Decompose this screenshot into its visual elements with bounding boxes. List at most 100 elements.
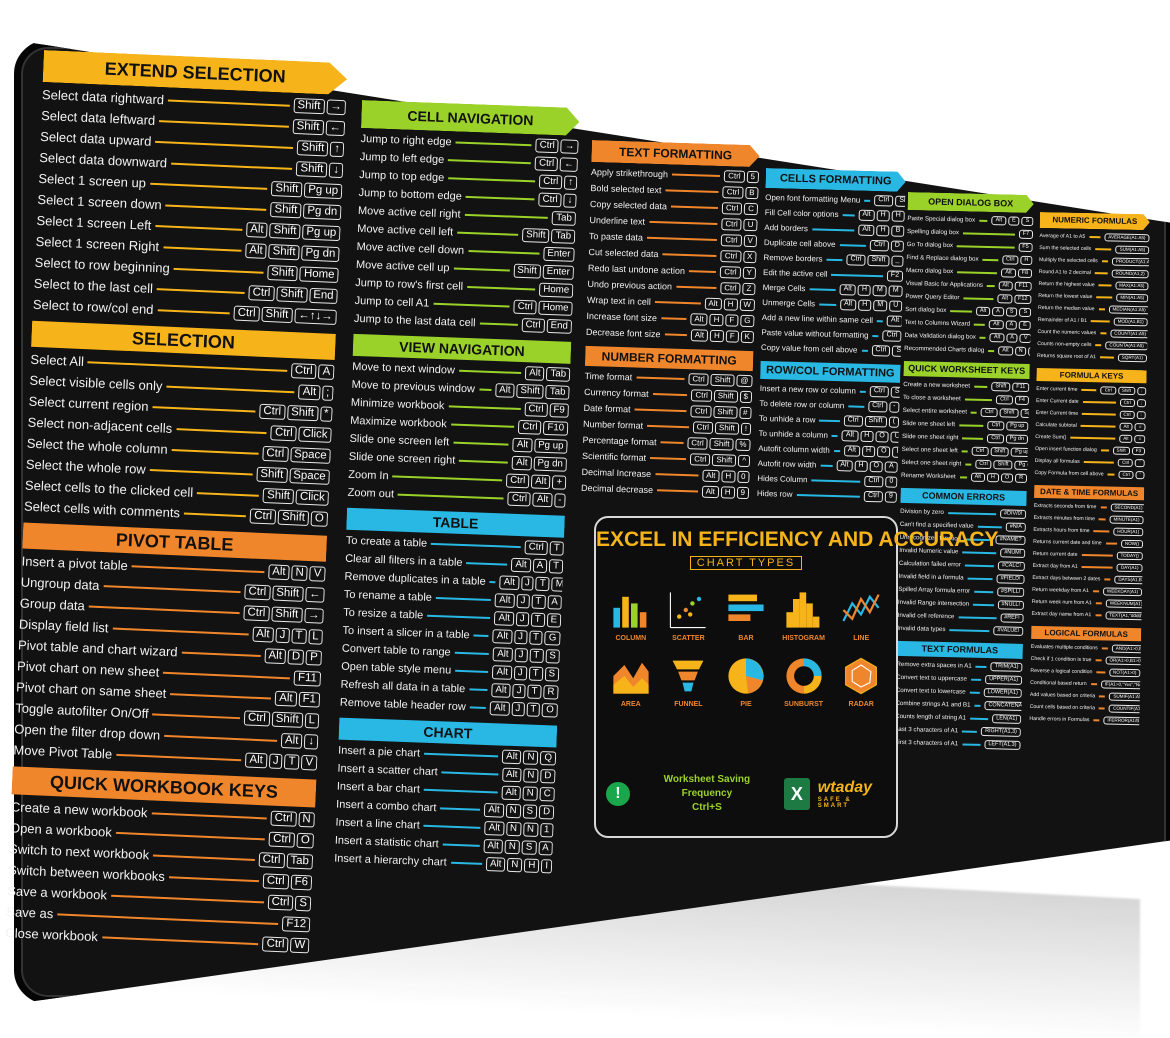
keycap: Alt: [251, 626, 274, 643]
key-combo: Shift Space: [256, 466, 330, 485]
keycap: HOUR(A1): [1113, 527, 1144, 536]
keycap: T: [527, 684, 542, 699]
leader-line: [423, 752, 499, 758]
keycap: →: [326, 99, 347, 116]
panel-subtitle: CHART TYPES: [690, 556, 802, 570]
shortcut-label: Scientific format: [581, 450, 647, 463]
shortcut-row: Rename Worksheet Alt H O R: [901, 469, 1028, 485]
shortcut-label: Evaluates multiple conditions: [1030, 643, 1098, 652]
leader-line: [469, 688, 488, 691]
key-combo: Ctrl Shift @: [688, 373, 753, 387]
leader-line: [962, 729, 978, 733]
shortcut-label: Sum the selected cells: [1039, 244, 1092, 253]
keycap: #N/A: [1005, 522, 1026, 532]
chart-glyph: [672, 660, 704, 692]
leader-line: [1093, 719, 1100, 722]
shortcut-label: Select to the last cell: [33, 275, 154, 296]
leader-line: [181, 651, 261, 657]
leader-line: [466, 562, 508, 566]
shortcut-label: Spelling dialog box: [906, 227, 960, 237]
key-combo: Ctrl Shift End: [248, 285, 338, 305]
shortcut-label: Increase font size: [586, 310, 658, 324]
keycap: Ctrl: [720, 266, 741, 279]
key-combo: CtrlShiftV: [882, 330, 902, 343]
keycap: Tab: [551, 211, 577, 226]
leader-line: [115, 831, 266, 840]
key-combo: Alt J T S: [493, 647, 560, 664]
leader-line: [469, 706, 487, 709]
shortcut-label: Paste Special dialog box: [907, 214, 976, 224]
leader-line: [473, 634, 489, 638]
keycap: ←: [559, 157, 579, 172]
keycap: Alt: [484, 821, 505, 836]
keycap: CONCATENATE(A1,B1): [984, 701, 1022, 712]
keycap: Alt: [501, 768, 522, 782]
keycap: Space: [289, 447, 331, 464]
leader-line: [839, 243, 866, 247]
key-combo: Alt J T L: [251, 626, 323, 645]
shortcut-label: Jump to bottom edge: [358, 186, 463, 203]
leader-line: [197, 491, 260, 497]
shortcut-label: Select data leftward: [40, 107, 156, 128]
shortcut-label: Return current date: [1032, 550, 1078, 558]
leader-line: [1098, 284, 1112, 287]
keycap: H: [876, 225, 890, 237]
shortcut-label: Jump to row's first cell: [355, 276, 464, 293]
key-combo: Alt H B: [858, 225, 905, 237]
section-header: NUMBER FORMATTING: [584, 345, 754, 372]
shortcut-label: Count cells based on criteria: [1029, 703, 1096, 712]
keycap: Pg up: [303, 182, 343, 200]
key-combo: MAX(A1:A5): [1115, 281, 1149, 290]
key-combo: LEFT(A1,3): [984, 740, 1021, 750]
key-combo: Alt F12: [997, 294, 1032, 304]
leader-line: [660, 317, 687, 321]
shortcut-label: Select All: [30, 351, 85, 370]
leader-line: [811, 478, 861, 483]
leader-line: [965, 462, 972, 466]
key-combo: Ctrl Shift →: [243, 605, 324, 624]
keycap: Shift: [269, 222, 301, 240]
key-combo: #NULL!: [997, 600, 1025, 610]
key-combo: Alt Pg up: [512, 438, 568, 454]
shortcut-label: Edit the active cell: [762, 267, 828, 279]
key-combo: Alt Shift Pg dn: [244, 242, 340, 263]
key-combo: Ctrl Shift ←↑↓→: [233, 305, 337, 326]
leader-line: [1101, 260, 1108, 263]
keycap: L: [307, 629, 323, 645]
keycap: #NUM!: [1000, 548, 1026, 558]
keycap: Tab: [546, 367, 571, 382]
keycap: Ctrl: [268, 831, 296, 848]
leader-line: [455, 669, 489, 674]
leader-line: [861, 349, 868, 352]
leader-line: [796, 493, 861, 498]
shortcut-label: Time format: [584, 370, 633, 383]
keycap: Alt: [489, 701, 510, 716]
shortcut-label: Wrap text in cell: [586, 294, 651, 307]
key-combo: #FIELD!: [996, 574, 1025, 584]
keycap: Ctrl: [270, 425, 298, 442]
keycap: A: [318, 364, 335, 381]
shortcut-label: Enter Current time: [1035, 409, 1079, 417]
key-combo: Ctrl ↑: [538, 174, 578, 190]
leader-line: [842, 213, 855, 216]
keycap: Enter: [543, 247, 575, 262]
keycap: Shift: [261, 306, 293, 324]
key-combo: #DIV/0!: [999, 509, 1027, 519]
keycap: Ctrl: [538, 174, 563, 189]
keycap: Shift: [516, 384, 545, 399]
keycap: Shift: [270, 606, 303, 623]
key-combo: F11: [293, 670, 322, 687]
shortcut-row: Returns square root of A1 SQRT(A1): [1037, 350, 1148, 364]
leader-line: [163, 245, 242, 252]
keycap: F1: [298, 691, 321, 708]
shortcut-label: To delete row or column: [759, 398, 845, 411]
keycap: Alt: [264, 648, 287, 665]
keycap: F7: [1018, 230, 1034, 239]
shortcut-label: Convert text to uppercase: [896, 673, 968, 683]
keycap: Shift: [867, 255, 890, 267]
shortcut-label: Check if 1 condition is true: [1030, 655, 1092, 664]
keycap: H: [1020, 256, 1033, 265]
keycap: Shift: [895, 196, 906, 207]
keycap: Alt: [491, 683, 511, 698]
leader-line: [440, 807, 481, 811]
